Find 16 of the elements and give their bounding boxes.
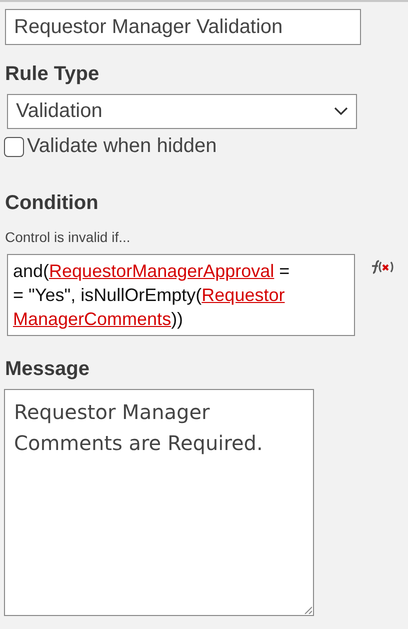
field-reference-link[interactable]: RequestorManagerApproval bbox=[49, 261, 274, 281]
checkbox[interactable] bbox=[4, 136, 24, 156]
message-field[interactable]: Requestor Manager Comments are Required. bbox=[4, 389, 314, 616]
chevron-down-icon bbox=[334, 107, 348, 116]
field-reference-link[interactable]: Requestor bbox=[202, 285, 285, 305]
rule-name-field[interactable]: Requestor Manager Validation bbox=[5, 9, 361, 45]
field-reference-link[interactable]: ManagerComments bbox=[13, 309, 172, 329]
condition-hint: Control is invalid if... bbox=[5, 229, 132, 245]
message-label: Message bbox=[5, 358, 90, 381]
condition-label: Condition bbox=[5, 192, 100, 215]
rule-type-dropdown[interactable]: Validation bbox=[7, 94, 357, 129]
resize-grip-icon[interactable] bbox=[304, 606, 312, 614]
rule-type-label: Rule Type bbox=[5, 63, 100, 86]
function-icon[interactable] bbox=[370, 260, 394, 274]
condition-expression[interactable]: and(RequestorManagerApproval = = "Yes", isNullOrEmpty(Requestor ManagerComments)) bbox=[7, 254, 355, 336]
checkbox-label: Validate when hidden bbox=[27, 135, 217, 158]
